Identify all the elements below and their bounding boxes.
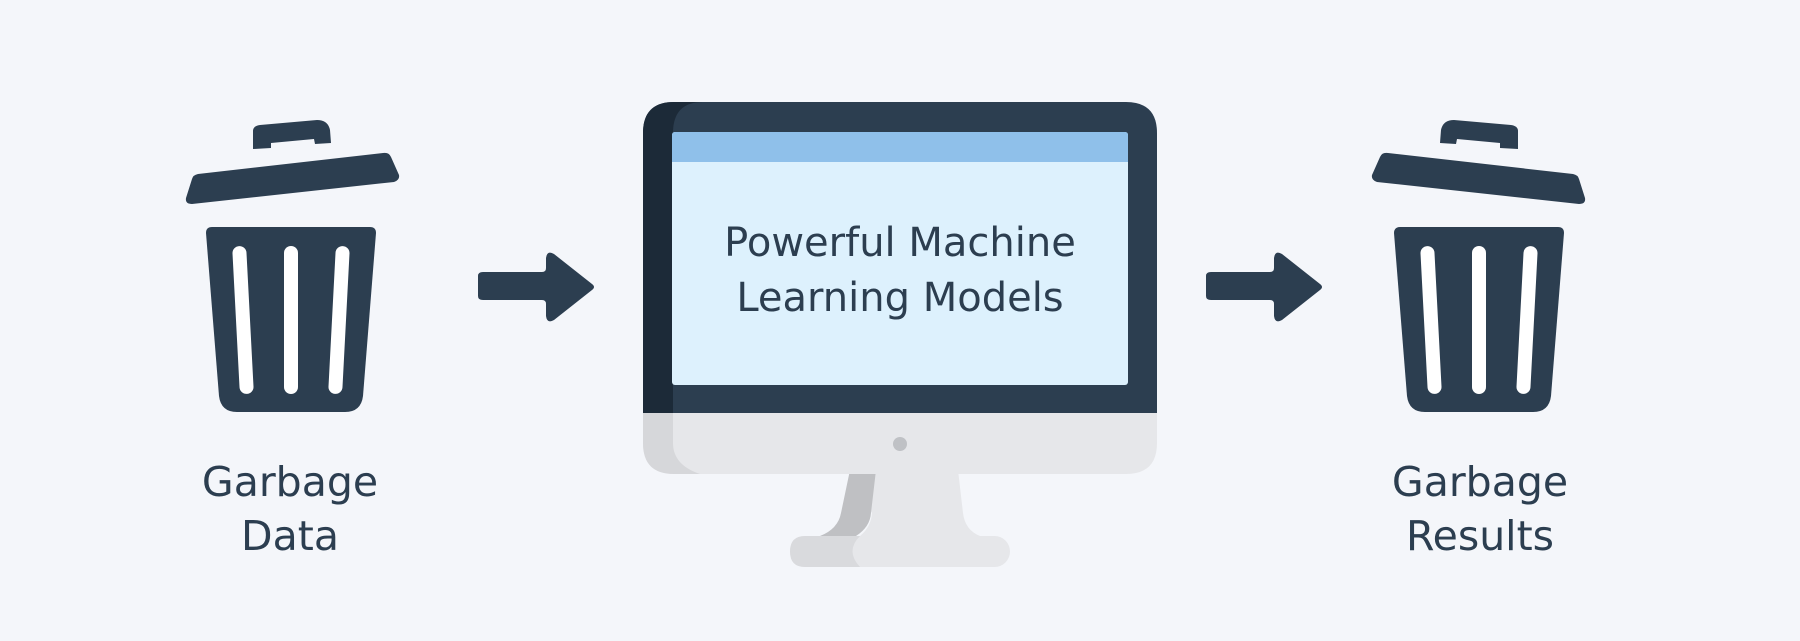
- left-bin-label-line2: Data: [241, 512, 339, 560]
- left-bin-label-line1: Garbage: [201, 458, 379, 506]
- right-trash-can: [1371, 120, 1586, 412]
- garbage-in-garbage-out-diagram: Powerful Machine Learning Models Garbage…: [0, 0, 1800, 641]
- trash-lid-handle: [1440, 120, 1518, 149]
- monitor-caption: Powerful Machine Learning Models: [672, 216, 1128, 326]
- right-bin-label-line2: Results: [1405, 512, 1555, 560]
- monitor-caption-line2: Learning Models: [736, 275, 1064, 321]
- left-bin-label: Garbage Data: [120, 455, 460, 563]
- right-bin-label: Garbage Results: [1310, 455, 1650, 563]
- trash-lid: [1371, 152, 1586, 204]
- monitor-caption-line1: Powerful Machine: [724, 220, 1076, 266]
- right-bin-label-line1: Garbage: [1391, 458, 1569, 506]
